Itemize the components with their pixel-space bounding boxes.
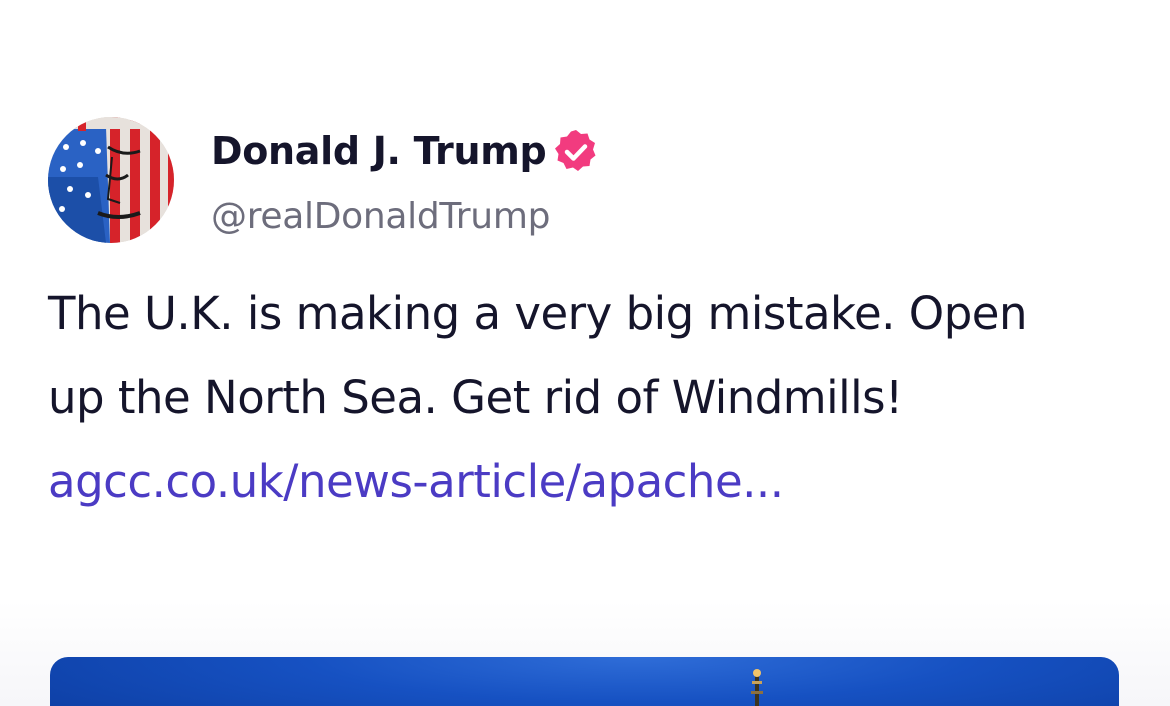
verified-badge-icon <box>555 130 596 171</box>
author-display-name[interactable]: Donald J. Trump <box>211 128 547 174</box>
post-body: The U.K. is making a very big mistake. O… <box>48 272 1048 524</box>
avatar-image <box>48 117 174 243</box>
author-handle[interactable]: @realDonaldTrump <box>211 195 550 239</box>
post-link[interactable]: agcc.co.uk/news-article/apache... <box>48 455 784 508</box>
post-media-image[interactable] <box>50 657 1119 706</box>
post-card: Donald J. Trump @realDonaldTrump The U.K… <box>0 0 1170 706</box>
offshore-rig-image <box>751 669 763 706</box>
author-avatar[interactable] <box>48 117 174 243</box>
post-text: The U.K. is making a very big mistake. O… <box>48 287 1027 424</box>
